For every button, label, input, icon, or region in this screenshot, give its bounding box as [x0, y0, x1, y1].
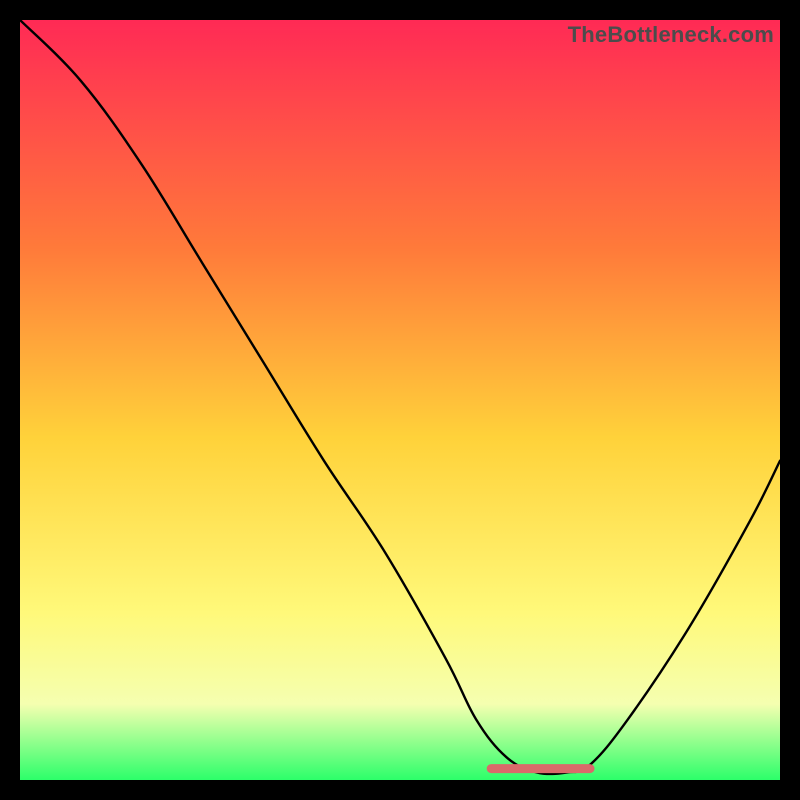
plot-area: TheBottleneck.com — [20, 20, 780, 780]
watermark-text: TheBottleneck.com — [568, 22, 774, 48]
curve-layer — [20, 20, 780, 780]
chart-frame: TheBottleneck.com — [0, 0, 800, 800]
bottleneck-curve — [20, 20, 780, 774]
